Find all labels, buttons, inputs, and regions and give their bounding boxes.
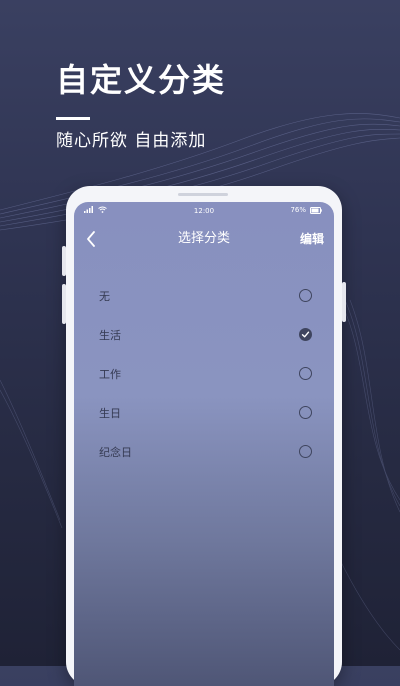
category-list: 无 生活 工作 生日 纪念日: [74, 278, 334, 473]
category-label: 纪念日: [99, 446, 132, 459]
category-item-work[interactable]: 工作: [74, 356, 334, 395]
phone-screen: 12:00 76% 选择分类 编辑 无 生活 工作 生日 纪念日: [74, 202, 334, 686]
phone-side-button: [62, 284, 66, 324]
category-label: 工作: [99, 368, 121, 381]
radio-button[interactable]: [299, 445, 312, 458]
nav-bar: 选择分类 编辑: [74, 224, 334, 254]
category-item-birthday[interactable]: 生日: [74, 395, 334, 434]
title-underline: [56, 117, 90, 120]
phone-side-button: [62, 246, 66, 276]
category-item-anniversary[interactable]: 纪念日: [74, 434, 334, 473]
category-label: 生日: [99, 407, 121, 420]
category-label: 无: [99, 290, 110, 303]
radio-button[interactable]: [299, 406, 312, 419]
battery-icon: [310, 207, 322, 214]
nav-title: 选择分类: [177, 231, 230, 246]
phone-speaker: [178, 193, 228, 196]
category-item-life[interactable]: 生活: [74, 317, 334, 356]
category-label: 生活: [99, 329, 121, 342]
checkmark-icon: [301, 331, 310, 338]
edit-button[interactable]: 编辑: [300, 230, 324, 248]
phone-side-button: [342, 282, 346, 322]
promo-subtitle: 随心所欲 自由添加: [56, 131, 207, 151]
category-item-none[interactable]: 无: [74, 278, 334, 317]
radio-button[interactable]: [299, 367, 312, 380]
battery-percent: 76%: [290, 206, 306, 214]
radio-button[interactable]: [299, 289, 312, 302]
phone-mockup: 12:00 76% 选择分类 编辑 无 生活 工作 生日 纪念日: [62, 186, 346, 686]
status-bar: 12:00 76%: [74, 202, 334, 220]
radio-button-checked[interactable]: [299, 328, 312, 341]
promo-title: 自定义分类: [56, 61, 227, 99]
